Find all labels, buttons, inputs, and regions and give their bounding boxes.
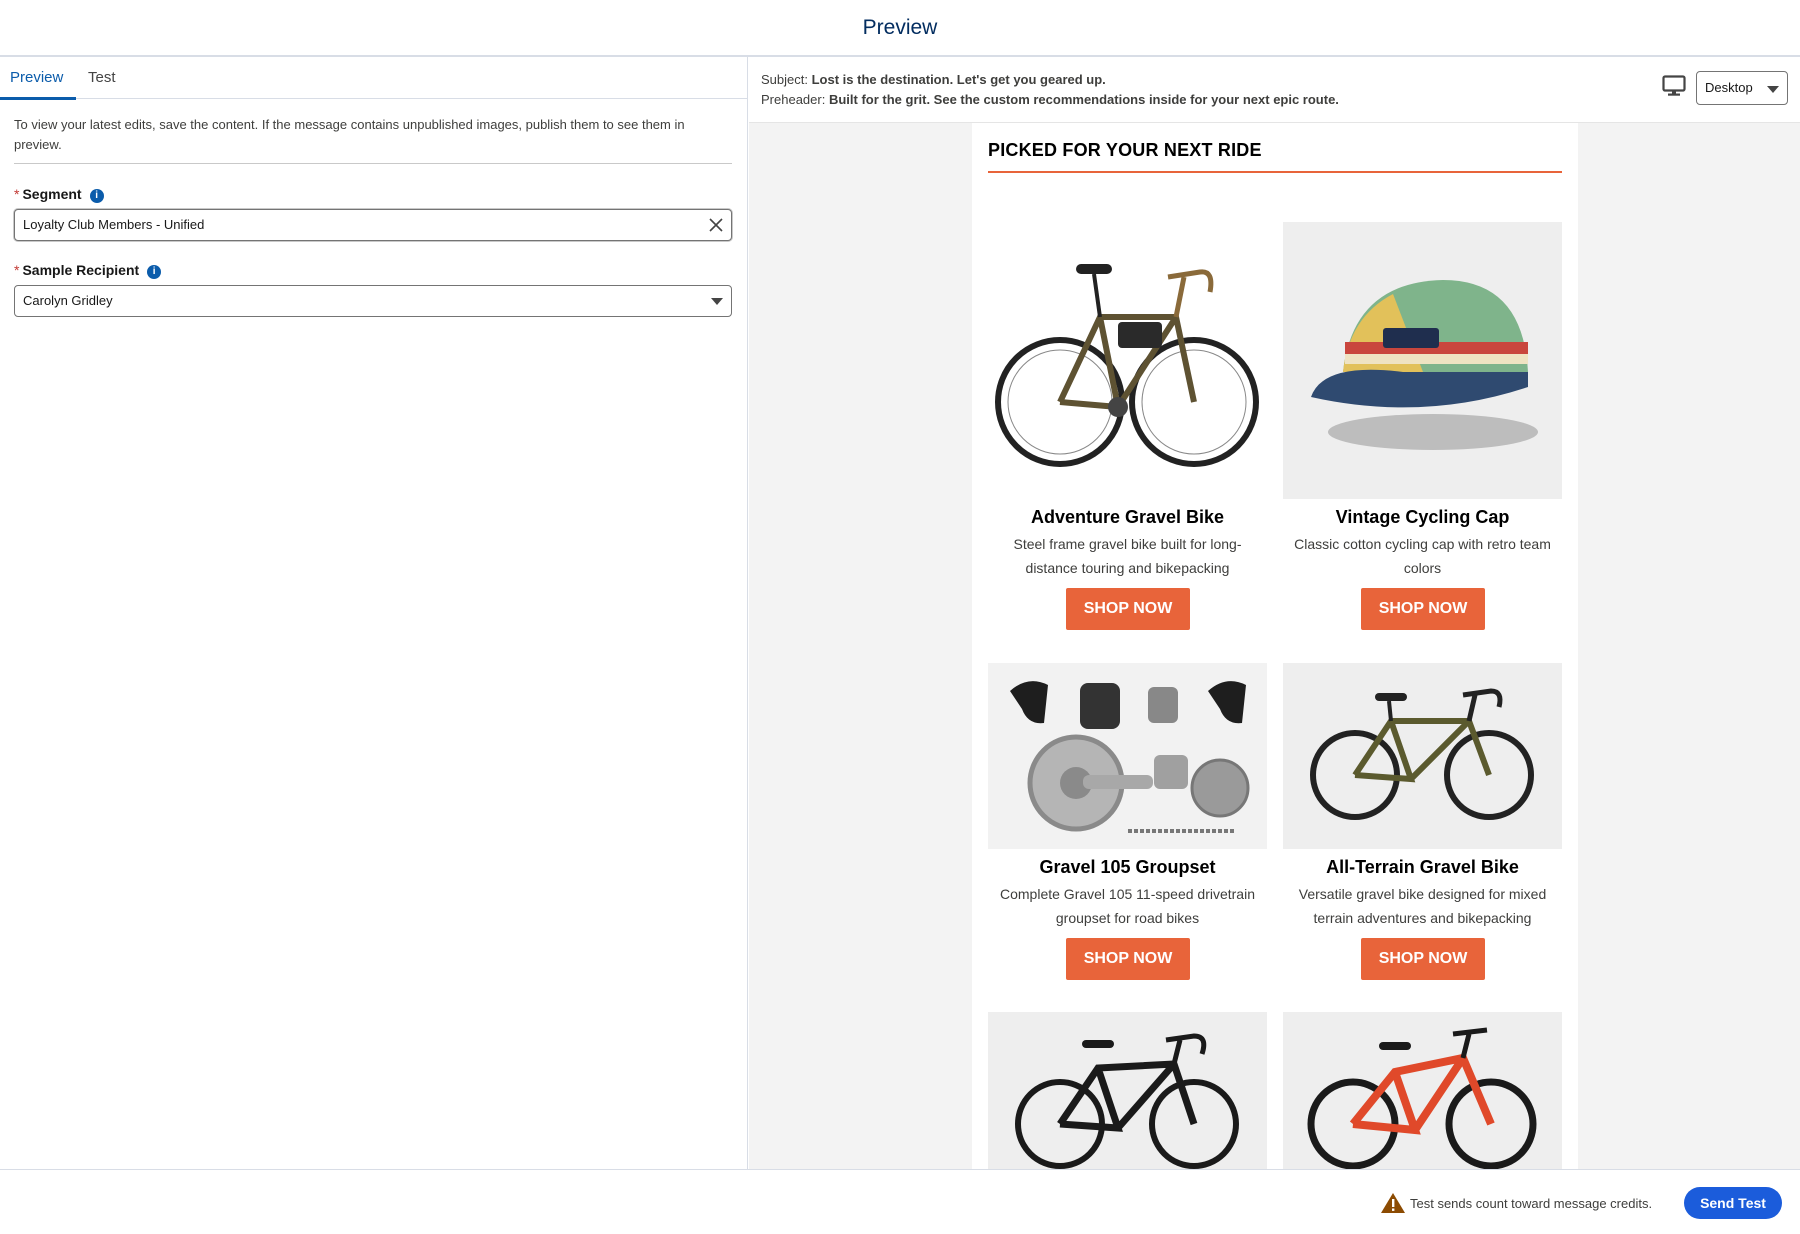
chevron-down-icon [1767,86,1779,93]
page-title: Preview [862,16,938,39]
heading-rule [988,171,1562,173]
road-bike-image [988,1012,1267,1169]
segment-combobox[interactable]: Loyalty Club Members - Unified [14,209,732,241]
subject-label: Subject: [761,72,808,87]
device-select[interactable]: Desktop [1696,71,1788,105]
product-description: Steel frame gravel bike built for long-d… [1013,536,1242,576]
info-icon[interactable]: i [147,265,162,279]
gravel-bike-image [995,264,1259,467]
subject-text: Lost is the destination. Let's get you g… [811,72,1106,87]
sample-recipient-label-text: Sample Recipient [22,262,140,278]
desktop-icon [1662,75,1686,96]
shop-now-button[interactable]: SHOP NOW [1066,938,1190,980]
sample-recipient-value: Carolyn Gridley [23,293,113,308]
product-image [988,222,1267,499]
credits-warning-text: Test sends count toward message credits. [1410,1196,1653,1211]
product-image [1283,222,1562,499]
info-icon[interactable]: i [89,189,104,203]
tab-test[interactable]: Test [78,57,126,99]
product-description: Complete Gravel 105 11-speed drivetrain … [1000,886,1255,926]
segment-label: * Segment i [14,186,104,203]
footer-bar: Test sends count toward message credits.… [0,1169,1800,1234]
shop-now-button[interactable]: SHOP NOW [1361,588,1485,630]
shop-now-button[interactable]: SHOP NOW [1066,588,1190,630]
product-name: Vintage Cycling Cap [1335,507,1510,527]
chevron-down-icon [711,298,723,305]
product-image [988,1012,1267,1169]
segment-label-text: Segment [22,186,82,202]
product-name: Adventure Gravel Bike [1030,507,1225,527]
preheader-label: Preheader: [761,92,826,107]
sample-recipient-select[interactable]: Carolyn Gridley [14,285,732,317]
save-content-note: To view your latest edits, save the cont… [14,117,685,152]
page-header: Preview [0,0,1800,57]
divider [14,163,732,164]
gravel-bike-image [1283,663,1562,849]
warning-icon [1381,1193,1405,1213]
segment-value: Loyalty Club Members - Unified [23,217,205,232]
required-mark: * [14,262,20,278]
product-name: Gravel 105 Groupset [1039,857,1216,877]
mountain-bike-image [1283,1012,1562,1169]
product-image [988,663,1267,849]
preheader-text: Built for the grit. See the custom recom… [828,92,1339,107]
clear-icon[interactable] [707,216,725,234]
preheader-line: Preheader: Built for the grit. See the c… [761,92,1339,107]
product-image [1283,1012,1562,1169]
product-name: All-Terrain Gravel Bike [1326,857,1519,877]
subject-line: Subject: Lost is the destination. Let's … [761,72,1106,87]
required-mark: * [14,186,20,202]
sample-recipient-label: * Sample Recipient i [14,262,162,279]
subject-bar: Subject: Lost is the destination. Let's … [749,57,1800,123]
email-canvas: PICKED FOR YOUR NEXT RIDE Adventure Grav… [972,123,1578,1169]
email-heading: PICKED FOR YOUR NEXT RIDE [988,140,1262,160]
device-value: Desktop [1705,80,1753,95]
product-description: Versatile gravel bike designed for mixed… [1298,886,1547,926]
tab-preview[interactable]: Preview [0,57,76,100]
tab-bar: Preview Test [0,57,748,100]
groupset-image [988,663,1267,849]
email-preview-panel: Subject: Lost is the destination. Let's … [749,57,1800,1169]
cycling-cap-image [1283,222,1562,499]
send-test-button[interactable]: Send Test [1684,1187,1782,1219]
product-description: Classic cotton cycling cap with retro te… [1294,536,1551,576]
product-image [1283,663,1562,849]
settings-panel: Preview Test To view your latest edits, … [0,57,748,1169]
shop-now-button[interactable]: SHOP NOW [1361,938,1485,980]
